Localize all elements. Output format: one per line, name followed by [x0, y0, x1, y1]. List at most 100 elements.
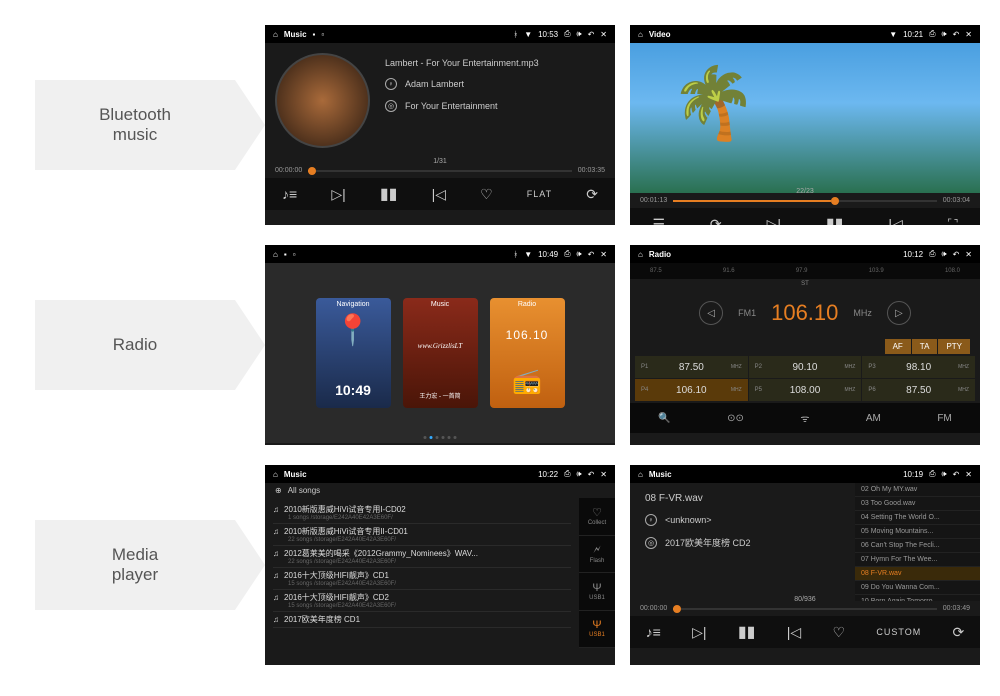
media-list-item[interactable]: ♫2010新版惠威HiVi试音专用II-CD0122 songs /storag…	[273, 524, 571, 546]
am-button[interactable]: AM	[866, 413, 881, 424]
repeat-button[interactable]: ⟳	[710, 216, 722, 226]
progress-bar[interactable]: 1/31	[308, 170, 572, 172]
close-icon[interactable]: ✕	[600, 30, 607, 39]
volume-icon[interactable]: 🕪	[942, 469, 947, 479]
next-button[interactable]: |◁	[888, 216, 902, 226]
volume-icon[interactable]: 🕪	[577, 29, 582, 39]
media-list-item[interactable]: ♫2017欧美年度榜 CD1	[273, 612, 571, 628]
preset-P3[interactable]: P398.10MHZ	[862, 356, 975, 378]
close-icon[interactable]: ✕	[600, 470, 607, 479]
back-icon[interactable]: ↶	[588, 250, 595, 259]
close-icon[interactable]: ✕	[965, 250, 972, 259]
playlist-track[interactable]: 05 Moving Mountains...	[855, 525, 980, 539]
playlist-track[interactable]: 07 Hymn For The Wee...	[855, 553, 980, 567]
playlist-track[interactable]: 06 Can't Stop The Fecli...	[855, 539, 980, 553]
media-list-item[interactable]: ♫2016十大顶级HIFI靓声》CD115 songs /storage/E24…	[273, 568, 571, 590]
playlist-track[interactable]: 10 Born Again Tomorro...	[855, 595, 980, 601]
seek-up-button[interactable]: ▷	[887, 301, 911, 325]
close-icon[interactable]: ✕	[965, 30, 972, 39]
playlist-button[interactable]: ♪≡	[282, 186, 297, 202]
playlist-track[interactable]: 02 Oh My MY.wav	[855, 483, 980, 497]
preset-P5[interactable]: P5108.00MHZ	[749, 379, 862, 401]
back-icon[interactable]: ↶	[953, 250, 960, 259]
preset-P4[interactable]: P4106.10MHZ	[635, 379, 748, 401]
pause-button[interactable]: ▮▮	[380, 184, 398, 204]
playlist-track[interactable]: 08 F-VR.wav	[855, 567, 980, 581]
eq-button[interactable]: CUSTOM	[876, 627, 921, 637]
track-count: 1/31	[433, 158, 447, 165]
camera-icon[interactable]: ⎙	[564, 29, 570, 39]
media-list-item[interactable]: ♫2016十大顶级HIFI靓声》CD215 songs /storage/E24…	[273, 590, 571, 612]
card-navigation[interactable]: Navigation 📍 10:49	[316, 298, 391, 408]
ta-button[interactable]: TA	[912, 339, 938, 354]
storage-usb1[interactable]: ΨUSB1	[579, 573, 615, 611]
back-icon[interactable]: ↶	[953, 470, 960, 479]
back-icon[interactable]: ↶	[588, 30, 595, 39]
prev-button[interactable]: ▷|	[692, 624, 706, 641]
fullscreen-button[interactable]: ⛶	[948, 216, 958, 226]
camera-icon[interactable]: ⎙	[564, 469, 570, 479]
app-title: Radio	[649, 250, 671, 259]
prev-button[interactable]: ▷|	[767, 216, 781, 226]
camera-icon[interactable]: ⎙	[929, 249, 935, 259]
repeat-button[interactable]: ⟳	[953, 624, 965, 641]
track-count: 80/936	[794, 596, 815, 603]
expand-icon[interactable]: ⊕	[275, 486, 282, 495]
antenna-button[interactable]: ᯤ	[800, 411, 809, 425]
eq-button[interactable]: FLAT	[527, 189, 552, 199]
back-icon[interactable]: ↶	[588, 470, 595, 479]
preset-P1[interactable]: P187.50MHZ	[635, 356, 748, 378]
storage-flash[interactable]: 🗲Flash	[579, 536, 615, 574]
playlist-track[interactable]: 09 Do You Wanna Com...	[855, 581, 980, 595]
playlist-button[interactable]: ♪≡	[646, 624, 661, 640]
playlist-track[interactable]: 03 Too Good.wav	[855, 497, 980, 511]
close-icon[interactable]: ✕	[965, 470, 972, 479]
preset-P2[interactable]: P290.10MHZ	[749, 356, 862, 378]
repeat-button[interactable]: ⟳	[586, 186, 598, 203]
app-title: Music	[649, 470, 672, 479]
home-icon[interactable]: ⌂	[638, 470, 643, 479]
camera-icon[interactable]: ⎙	[929, 29, 935, 39]
favorite-button[interactable]: ♡	[833, 624, 846, 641]
preset-P6[interactable]: P687.50MHZ	[862, 379, 975, 401]
volume-icon[interactable]: 🕪	[577, 469, 582, 479]
playlist-track[interactable]: 04 Setting The World O...	[855, 511, 980, 525]
back-icon[interactable]: ↶	[953, 30, 960, 39]
media-list-item[interactable]: ♫2010新版惠威HiVi试音专用I-CD021 songs /storage/…	[273, 502, 571, 524]
home-icon[interactable]: ⌂	[638, 30, 643, 39]
home-icon[interactable]: ⌂	[638, 250, 643, 259]
camera-icon[interactable]: ⎙	[929, 469, 935, 479]
sd2-icon: ▫	[293, 250, 296, 259]
storage-usb1[interactable]: ΨUSB1	[579, 611, 615, 649]
media-list-item[interactable]: ♫2012葛莱美的喝采《2012Grammy_Nominees》WAV...22…	[273, 546, 571, 568]
home-icon[interactable]: ⌂	[273, 30, 278, 39]
volume-icon[interactable]: 🕪	[577, 249, 582, 259]
storage-collect[interactable]: ♡Collect	[579, 498, 615, 536]
pause-button[interactable]: ▮▮	[738, 622, 756, 642]
seek-down-button[interactable]: ◁	[699, 301, 723, 325]
card-radio[interactable]: Radio 106.10 📻	[490, 298, 565, 408]
fm-button[interactable]: FM	[937, 413, 951, 424]
palm-scene: 🌴	[670, 63, 750, 163]
card-music[interactable]: Music www.GrizzlisLT 王力宏 - 一首简	[403, 298, 478, 408]
pty-button[interactable]: PTY	[938, 339, 970, 354]
video-frame[interactable]: 🌴	[630, 43, 980, 193]
search-button[interactable]: 🔍	[658, 413, 670, 424]
favorite-button[interactable]: ♡	[480, 186, 493, 203]
pause-button[interactable]: ▮▮	[826, 214, 844, 225]
list-button[interactable]: ☰	[652, 216, 665, 226]
progress-bar[interactable]: 80/936	[673, 608, 937, 610]
home-icon[interactable]: ⌂	[273, 250, 278, 259]
loc-button[interactable]: ⊙⊙	[727, 413, 744, 424]
progress-bar[interactable]: 22/23	[673, 200, 937, 202]
volume-icon[interactable]: 🕪	[942, 29, 947, 39]
close-icon[interactable]: ✕	[600, 250, 607, 259]
home-icon[interactable]: ⌂	[273, 470, 278, 479]
af-button[interactable]: AF	[885, 339, 911, 354]
prev-button[interactable]: ▷|	[331, 186, 345, 203]
next-button[interactable]: |◁	[787, 624, 801, 641]
sd-icon: ▪	[284, 250, 287, 259]
volume-icon[interactable]: 🕪	[942, 249, 947, 259]
next-button[interactable]: |◁	[432, 186, 446, 203]
camera-icon[interactable]: ⎙	[564, 249, 570, 259]
